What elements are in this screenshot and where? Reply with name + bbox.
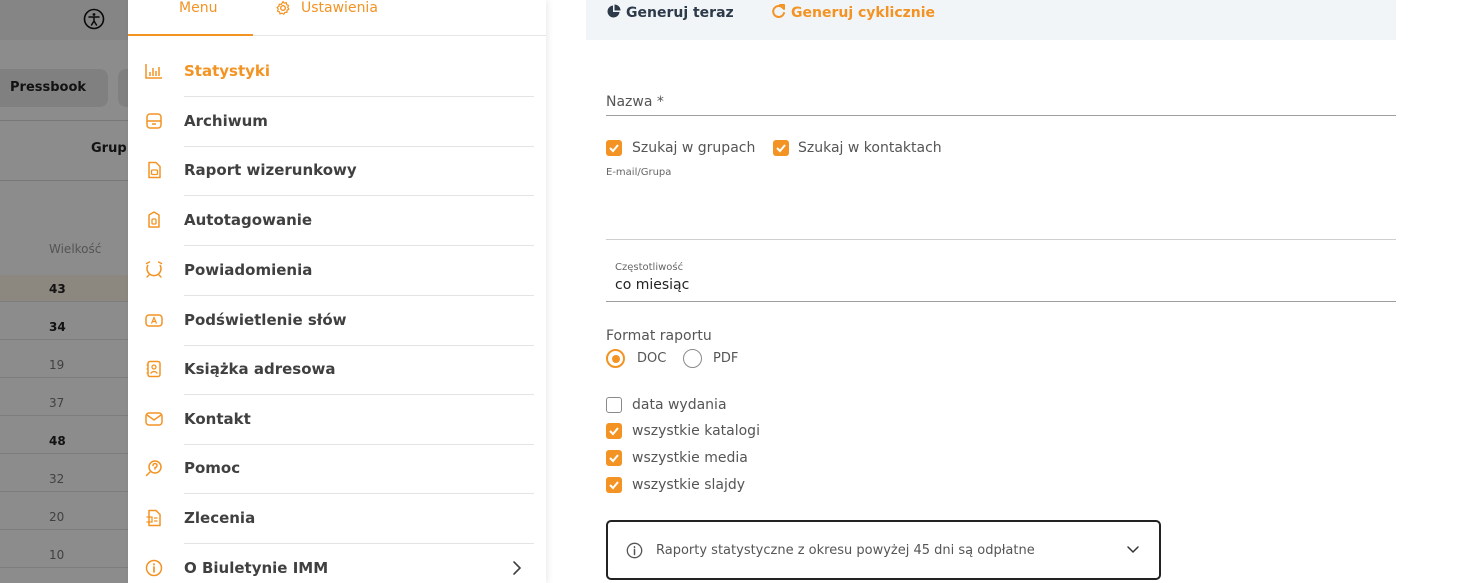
all-catalogs-checkbox[interactable]	[606, 423, 622, 439]
format-pdf-radio[interactable]	[683, 349, 702, 368]
paid-reports-info[interactable]: Raporty statystyczne z okresu powyżej 45…	[606, 520, 1161, 580]
all-slides-label: wszystkie slajdy	[632, 477, 746, 493]
search-groups-checkbox[interactable]	[606, 140, 622, 156]
email-group-label: E-mail/Grupa	[606, 167, 672, 178]
modal-overlay[interactable]	[0, 0, 128, 583]
drawer-tabs: Menu Ustawienia	[128, 0, 546, 36]
archive-icon	[146, 113, 162, 129]
mail-icon	[145, 412, 163, 426]
sidebar-item-ksiazka-adresowa[interactable]: Książka adresowa	[128, 345, 546, 395]
sidebar-item-label: Zlecenia	[184, 509, 256, 527]
search-groups-label: Szukaj w grupach	[632, 140, 756, 156]
report-icon	[148, 161, 161, 179]
chevron-right-icon	[513, 561, 522, 575]
refresh-icon	[772, 4, 785, 18]
sidebar-item-label: Książka adresowa	[184, 360, 336, 378]
all-media-label: wszystkie media	[632, 450, 748, 466]
sidebar-item-archiwum[interactable]: Archiwum	[128, 97, 546, 147]
frequency-underline	[606, 301, 1396, 302]
sidebar-item-label: Podświetlenie słów	[184, 311, 347, 329]
bell-icon	[145, 261, 163, 278]
check-icon	[776, 144, 786, 153]
report-format-label: Format raportu	[606, 328, 712, 344]
sidebar-item-statystyki[interactable]: Statystyki	[128, 47, 546, 97]
sidebar-item-autotagowanie[interactable]: Autotagowanie	[128, 196, 546, 246]
help-icon	[145, 460, 162, 477]
tab-settings-label: Ustawienia	[301, 0, 378, 16]
release-date-label: data wydania	[632, 397, 727, 413]
search-contacts-checkbox[interactable]	[773, 140, 789, 156]
name-field[interactable]	[606, 115, 1396, 116]
tab-menu[interactable]: Menu	[128, 0, 253, 36]
gear-icon	[276, 0, 290, 15]
sidebar-item-o-biuletynie[interactable]: O Biuletynie IMM	[128, 544, 546, 583]
info-icon	[626, 542, 643, 559]
check-icon	[609, 454, 619, 463]
all-catalogs-label: wszystkie katalogi	[632, 423, 760, 439]
sidebar-item-label: Powiadomienia	[184, 261, 313, 279]
tab-settings[interactable]: Ustawienia	[275, 0, 378, 36]
all-media-checkbox[interactable]	[606, 450, 622, 466]
name-field-label: Nazwa *	[606, 94, 664, 110]
sidebar-item-kontakt[interactable]: Kontakt	[128, 395, 546, 445]
generate-now-button[interactable]: Generuj teraz	[606, 4, 734, 21]
bar-chart-icon	[145, 64, 162, 79]
info-icon	[145, 559, 163, 577]
check-icon	[609, 427, 619, 436]
sidebar-item-label: Pomoc	[184, 459, 241, 477]
paid-reports-text: Raporty statystyczne z okresu powyżej 45…	[656, 543, 1035, 558]
chevron-down-icon	[1127, 546, 1139, 554]
sidebar-item-powiadomienia[interactable]: Powiadomienia	[128, 246, 546, 296]
email-group-field[interactable]	[606, 239, 1396, 240]
address-book-icon	[146, 360, 161, 378]
format-doc-label: DOC	[637, 351, 667, 366]
check-icon	[609, 144, 619, 153]
sidebar-item-raport-wizerunkowy[interactable]: Raport wizerunkowy	[128, 146, 546, 196]
all-slides-checkbox[interactable]	[606, 477, 622, 493]
side-menu-drawer: Menu Ustawienia Statystyki Archiwum Rapo…	[128, 0, 546, 583]
tag-icon	[148, 211, 160, 228]
sidebar-item-label: O Biuletynie IMM	[184, 559, 329, 577]
check-icon	[609, 481, 619, 490]
frequency-select[interactable]: co miesiąc	[615, 277, 689, 293]
sidebar-item-podswietlenie-slow[interactable]: Podświetlenie słów	[128, 296, 546, 346]
generate-cyclic-button[interactable]: Generuj cyklicznie	[771, 4, 935, 21]
generate-now-label: Generuj teraz	[626, 5, 734, 21]
pie-chart-icon	[607, 4, 621, 18]
sidebar-item-label: Kontakt	[184, 410, 251, 428]
search-contacts-label: Szukaj w kontaktach	[798, 140, 942, 156]
highlight-icon	[145, 314, 163, 327]
generate-cyclic-label: Generuj cyklicznie	[791, 5, 936, 21]
sidebar-item-label: Archiwum	[184, 112, 268, 130]
frequency-label: Częstotliwość	[615, 262, 684, 273]
sidebar-item-zlecenia[interactable]: Zlecenia	[128, 494, 546, 544]
release-date-checkbox[interactable]	[606, 397, 622, 413]
sidebar-item-label: Raport wizerunkowy	[184, 161, 357, 179]
sidebar-item-pomoc[interactable]: Pomoc	[128, 444, 546, 494]
background-app: Pressbook Grup Wielkość 43 34 19 37 48 3…	[0, 0, 128, 583]
sidebar-item-label: Autotagowanie	[184, 211, 313, 229]
format-doc-radio[interactable]	[606, 349, 625, 368]
orders-icon	[146, 509, 161, 527]
sidebar-item-label: Statystyki	[184, 62, 271, 80]
format-pdf-label: PDF	[713, 351, 739, 366]
